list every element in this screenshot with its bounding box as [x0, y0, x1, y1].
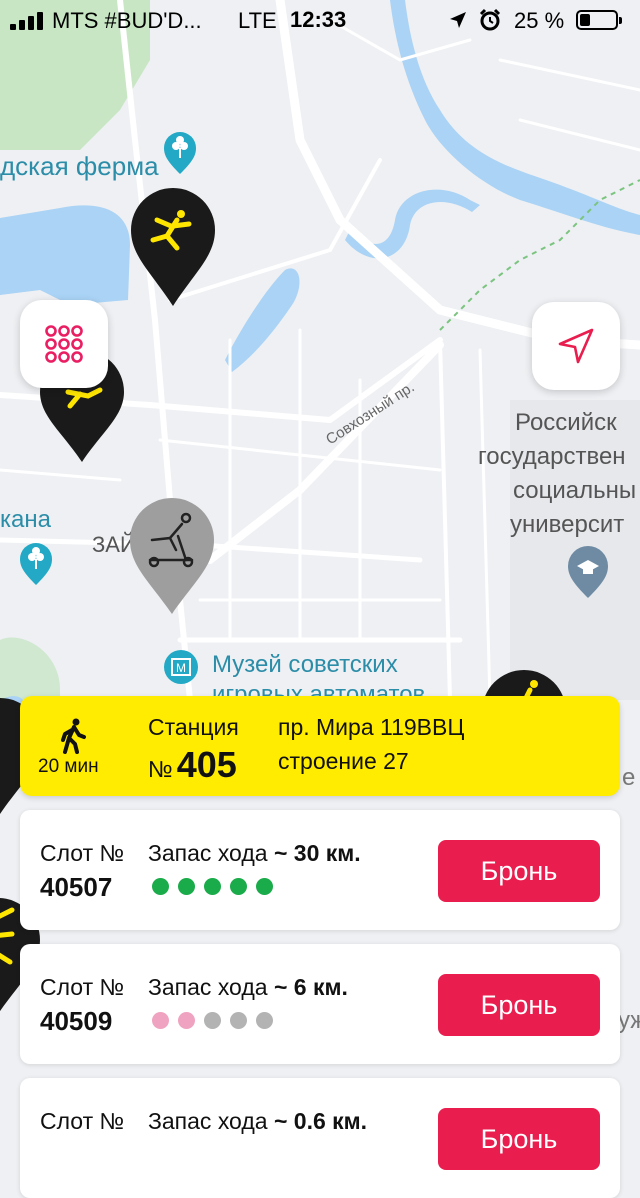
charge-dot [204, 1012, 221, 1029]
range-label: Запас хода [148, 840, 268, 866]
book-button[interactable]: Бронь [438, 1108, 600, 1170]
range-line: Запас хода ~ 0.6 км. [148, 1108, 367, 1135]
svg-text:университ: университ [510, 511, 624, 538]
grid-icon [45, 325, 83, 363]
station-label: Станция [148, 714, 239, 740]
book-button[interactable]: Бронь [438, 974, 600, 1036]
svg-text:M: M [176, 661, 186, 675]
book-button[interactable]: Бронь [438, 840, 600, 902]
svg-text:Музей советских: Музей советских [212, 651, 398, 678]
svg-text:е: е [622, 764, 635, 791]
range-value: ~ 6 км. [273, 974, 348, 1000]
charge-dot [256, 1012, 273, 1029]
slot-label: Слот № [40, 1108, 125, 1134]
station-banner[interactable]: 20 мин Станция № 405 пр. Мира 119ВВЦ стро… [20, 696, 620, 796]
range-label: Запас хода [148, 1108, 268, 1134]
range-value: ~ 30 км. [273, 840, 361, 866]
navigation-arrow-icon [558, 328, 594, 364]
svg-text:уж: уж [618, 1007, 640, 1034]
slot-number: 40507 [40, 872, 113, 902]
menu-grid-button[interactable] [20, 300, 108, 388]
cell-signal-icon [10, 12, 46, 30]
svg-text:государствен: государствен [478, 443, 626, 470]
battery-icon [576, 10, 622, 30]
range-line: Запас хода ~ 30 км. [148, 840, 361, 867]
charge-level-dots [152, 878, 282, 896]
station-number-line: № 405 [148, 744, 237, 786]
location-arrow-icon [450, 12, 466, 28]
my-location-button[interactable] [532, 302, 620, 390]
walking-person-icon [38, 718, 110, 759]
slot-card[interactable]: Слот № 40507 Запас хода ~ 30 км. Бронь [20, 810, 620, 930]
range-label: Запас хода [148, 974, 268, 1000]
charge-level-dots [152, 1012, 282, 1030]
walk-time: 20 мин [38, 756, 99, 777]
number-sign: № [148, 756, 173, 782]
battery-percent: 25 % [514, 8, 565, 33]
charge-dot [178, 1012, 195, 1029]
charge-dot [230, 878, 247, 895]
slot-number: 40509 [40, 1006, 113, 1036]
slot-label: Слот № [40, 840, 125, 866]
charge-dot [256, 878, 273, 895]
slot-card[interactable]: Слот № Запас хода ~ 0.6 км. Бронь [20, 1078, 620, 1198]
charge-dot [178, 878, 195, 895]
station-address-building: строение 27 [278, 748, 409, 774]
svg-text:дская ферма: дская ферма [0, 151, 159, 181]
charge-dot [152, 878, 169, 895]
svg-text:кана: кана [0, 506, 52, 533]
slot-card[interactable]: Слот № 40509 Запас хода ~ 6 км. Бронь [20, 944, 620, 1064]
status-bar: MTS #BUD'D... LTE 12:33 25 % [0, 0, 640, 40]
lake [0, 205, 130, 305]
charge-dot [204, 878, 221, 895]
station-number: 405 [176, 744, 237, 785]
svg-text:Российск: Российск [515, 409, 617, 436]
clock: 12:33 [290, 7, 347, 32]
svg-text:ЗАЙ: ЗАЙ [92, 532, 136, 557]
range-value: ~ 0.6 км. [273, 1108, 368, 1134]
alarm-clock-icon [479, 8, 501, 31]
range-line: Запас хода ~ 6 км. [148, 974, 348, 1001]
slot-label: Слот № [40, 974, 125, 1000]
svg-text:социальны: социальны [513, 477, 636, 504]
charge-dot [152, 1012, 169, 1029]
charge-dot [230, 1012, 247, 1029]
network-type: LTE [238, 8, 277, 33]
station-address: пр. Мира 119ВВЦ [278, 714, 465, 740]
museum-poi-icon[interactable]: M [164, 650, 198, 684]
carrier-name: MTS #BUD'D... [52, 8, 202, 33]
